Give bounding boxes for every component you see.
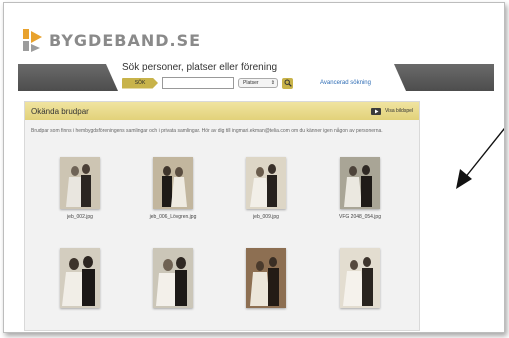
advanced-search-link[interactable]: Avancerad sökning — [320, 80, 371, 86]
gallery-photo[interactable] — [153, 157, 193, 209]
annotation-arrow-icon — [456, 127, 504, 189]
play-icon — [371, 107, 382, 115]
search-form: SÖK Platser ⇕ — [122, 77, 293, 89]
gallery-photo[interactable] — [60, 157, 100, 209]
search-go-button[interactable] — [282, 77, 293, 89]
magnifier-icon — [284, 79, 292, 87]
photo-caption[interactable]: jeb_006_Lövgren.jpg — [133, 214, 213, 220]
gallery-photo[interactable] — [340, 248, 380, 308]
gallery-description: Brudpar som finns i hembygdsföreningens … — [31, 128, 383, 134]
gallery-panel: Okända brudpar Visa bildspel Brudpar som… — [24, 101, 420, 331]
search-select-value: Platser — [243, 80, 259, 86]
logo-mark-icon — [23, 29, 42, 52]
search-input[interactable] — [162, 77, 234, 89]
site-logo[interactable]: BYGDEBAND.SE — [22, 27, 201, 53]
slideshow-label: Visa bildspel — [385, 108, 413, 114]
gallery-header: Okända brudpar Visa bildspel — [25, 102, 419, 120]
select-arrows-icon: ⇕ — [270, 80, 275, 86]
photo-caption[interactable]: jeb_002.jpg — [40, 214, 120, 220]
search-heading: Sök personer, platser eller förening — [122, 62, 278, 73]
gallery-title: Okända brudpar — [31, 106, 89, 116]
search-button[interactable]: SÖK — [122, 77, 158, 89]
gallery-photo[interactable] — [246, 157, 286, 209]
gallery-photo[interactable] — [246, 248, 286, 308]
band-left-decoration — [18, 64, 118, 91]
browser-page: BYGDEBAND.SE Sök personer, platser eller… — [3, 2, 505, 333]
gallery-photo[interactable] — [340, 157, 380, 209]
photo-caption[interactable]: jeb_009.jpg — [226, 214, 306, 220]
site-name: BYGDEBAND.SE — [49, 30, 202, 50]
band-right-decoration — [394, 64, 494, 91]
slideshow-button[interactable]: Visa bildspel — [371, 107, 413, 115]
photo-caption[interactable]: VFG 2048_054.jpg — [320, 214, 400, 220]
search-category-select[interactable]: Platser ⇕ — [238, 78, 278, 88]
gallery-photo[interactable] — [60, 248, 100, 308]
gallery-photo[interactable] — [153, 248, 193, 308]
